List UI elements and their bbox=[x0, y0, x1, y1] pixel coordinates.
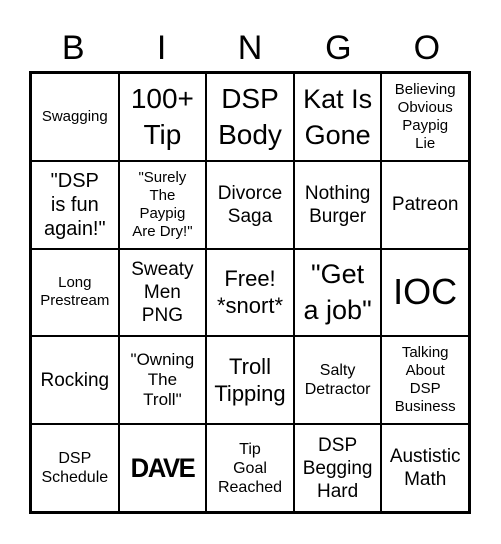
bingo-header: B I N G O bbox=[29, 28, 471, 68]
bingo-cell[interactable]: DSP Begging Hard bbox=[293, 424, 382, 512]
bingo-cell[interactable]: Believing Obvious Paypig Lie bbox=[381, 73, 469, 161]
header-letter-n: N bbox=[237, 29, 263, 67]
bingo-cell[interactable]: Sweaty Men PNG bbox=[118, 248, 207, 337]
bingo-cell[interactable]: Salty Detractor bbox=[293, 336, 382, 425]
cell-text: Salty Detractor bbox=[304, 362, 371, 399]
cell-text: "Get a job" bbox=[303, 259, 372, 326]
cell-text: Kat Is Gone bbox=[303, 83, 373, 150]
bingo-cell[interactable]: IOC bbox=[381, 248, 469, 337]
bingo-cell[interactable]: "DSP is fun again!" bbox=[31, 160, 119, 249]
bingo-cell[interactable]: "Owning The Troll" bbox=[118, 336, 207, 425]
bingo-cell[interactable]: Swagging bbox=[31, 73, 119, 161]
bingo-cell[interactable]: "Surely The Paypig Are Dry!" bbox=[118, 160, 207, 249]
dave-logo-image: DAVE bbox=[130, 452, 196, 483]
cell-text: Tip Goal Reached bbox=[217, 440, 283, 496]
bingo-cell[interactable]: "Get a job" bbox=[293, 248, 382, 337]
cell-text: Talking About DSP Business bbox=[394, 344, 456, 416]
bingo-grid: Swagging 100+ Tip DSP Body Kat Is Gone B… bbox=[29, 71, 471, 514]
cell-text: DSP Begging Hard bbox=[302, 434, 373, 502]
bingo-cell[interactable]: Patreon bbox=[381, 160, 469, 249]
bingo-cell[interactable]: DSP Schedule bbox=[31, 424, 119, 512]
cell-text: "Surely The Paypig Are Dry!" bbox=[132, 168, 193, 240]
cell-text: "DSP is fun again!" bbox=[44, 169, 106, 240]
bingo-cell[interactable]: 100+ Tip bbox=[118, 73, 207, 161]
bingo-cell[interactable]: Austistic Math bbox=[381, 424, 469, 512]
bingo-cell[interactable]: Long Prestream bbox=[31, 248, 119, 337]
bingo-cell[interactable]: Free! *snort* bbox=[206, 248, 294, 337]
bingo-cell[interactable]: DSP Body bbox=[206, 73, 294, 161]
header-letter-g: G bbox=[325, 29, 352, 67]
cell-text: Free! *snort* bbox=[216, 266, 284, 319]
bingo-cell[interactable]: Divorce Saga bbox=[206, 160, 294, 249]
cell-text: IOC bbox=[393, 271, 458, 313]
cell-text: Rocking bbox=[40, 369, 110, 391]
cell-text: 100+ Tip bbox=[130, 82, 194, 150]
cell-text: Believing Obvious Paypig Lie bbox=[394, 80, 456, 152]
cell-text: DSP Body bbox=[218, 82, 282, 150]
cell-text: Divorce Saga bbox=[217, 182, 283, 227]
cell-text: Long Prestream bbox=[40, 274, 110, 310]
bingo-cell[interactable]: Tip Goal Reached bbox=[206, 424, 294, 512]
cell-text: Austistic Math bbox=[389, 446, 461, 491]
cell-text: DSP Schedule bbox=[41, 450, 109, 487]
bingo-cell[interactable]: Rocking bbox=[31, 336, 119, 425]
cell-text: Swagging bbox=[41, 107, 108, 125]
header-letter-b: B bbox=[61, 29, 85, 67]
cell-text: Troll Tipping bbox=[214, 354, 286, 407]
bingo-cell[interactable]: Nothing Burger bbox=[293, 160, 382, 249]
cell-text: Patreon bbox=[391, 194, 459, 216]
header-letter-o: O bbox=[413, 29, 441, 67]
bingo-cell[interactable]: Troll Tipping bbox=[206, 336, 294, 425]
cell-text: "Owning The Troll" bbox=[130, 350, 195, 410]
cell-text: Nothing Burger bbox=[304, 182, 371, 227]
bingo-cell[interactable]: Talking About DSP Business bbox=[381, 336, 469, 425]
cell-text: Sweaty Men PNG bbox=[131, 258, 194, 326]
bingo-cell-logo[interactable]: DAVE bbox=[118, 424, 207, 512]
bingo-cell[interactable]: Kat Is Gone bbox=[293, 73, 382, 161]
header-letter-i: I bbox=[156, 29, 167, 67]
